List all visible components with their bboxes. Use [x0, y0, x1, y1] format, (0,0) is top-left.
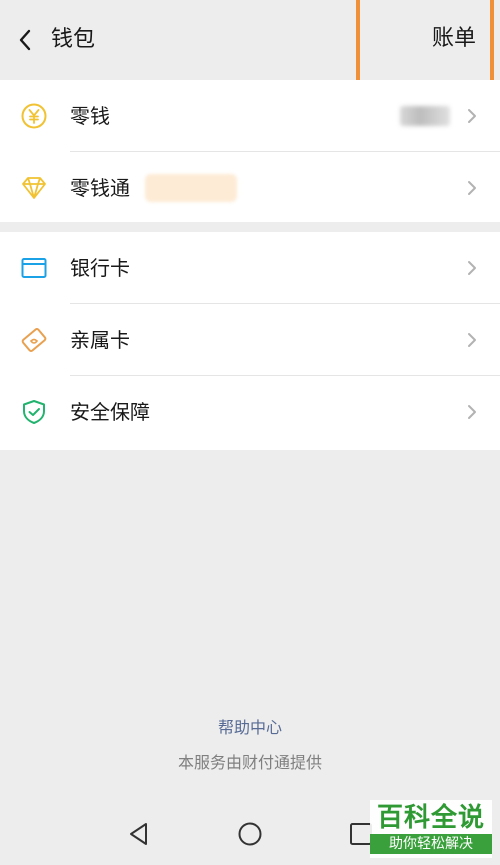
service-provider-note: 本服务由财付通提供 — [177, 753, 322, 772]
chevron-right-icon — [468, 109, 476, 123]
help-center-link[interactable]: 帮助中心 — [0, 716, 500, 740]
bank-card-icon — [21, 258, 47, 278]
list-item-security[interactable]: 安全保障 — [0, 376, 500, 448]
family-card-label: 亲属卡 — [70, 328, 130, 352]
watermark-logo: 百科全说 助你轻松解决 — [370, 800, 492, 858]
yen-coin-icon — [21, 103, 47, 129]
page-title: 钱包 — [51, 27, 96, 52]
list-item-licaitong[interactable]: 零钱通 — [0, 152, 500, 224]
balance-value-redacted — [400, 106, 450, 126]
watermark-subtitle: 助你轻松解决 — [370, 834, 492, 854]
bill-label: 账单 — [431, 26, 476, 51]
change-label: 零钱 — [70, 104, 110, 128]
watermark-title: 百科全说 — [376, 803, 485, 833]
chevron-right-icon — [468, 261, 476, 275]
shield-check-icon — [23, 400, 45, 424]
wallet-group-cards: 银行卡 亲属卡 安全保障 — [0, 232, 500, 450]
list-item-bank-card[interactable]: 银行卡 — [0, 232, 500, 304]
chevron-right-icon — [468, 333, 476, 347]
nav-home-icon[interactable] — [235, 819, 265, 849]
back-button[interactable] — [10, 22, 40, 58]
top-bar: 钱包 账单 — [0, 0, 500, 92]
security-label: 安全保障 — [70, 400, 150, 424]
list-item-change[interactable]: 零钱 — [0, 80, 500, 152]
family-card-icon — [21, 328, 47, 352]
chevron-right-icon — [468, 405, 476, 419]
nav-back-icon[interactable] — [124, 819, 154, 849]
list-item-family-card[interactable]: 亲属卡 — [0, 304, 500, 376]
bill-button[interactable]: 账单 — [356, 0, 494, 92]
diamond-icon — [22, 177, 46, 199]
wallet-group-balance: 零钱 零钱通 — [0, 80, 500, 222]
licaitong-label: 零钱通 — [70, 176, 130, 200]
bank-card-label: 银行卡 — [70, 256, 130, 280]
chevron-left-icon — [19, 29, 31, 51]
chevron-right-icon — [468, 181, 476, 195]
yield-tag-redacted — [145, 174, 237, 202]
